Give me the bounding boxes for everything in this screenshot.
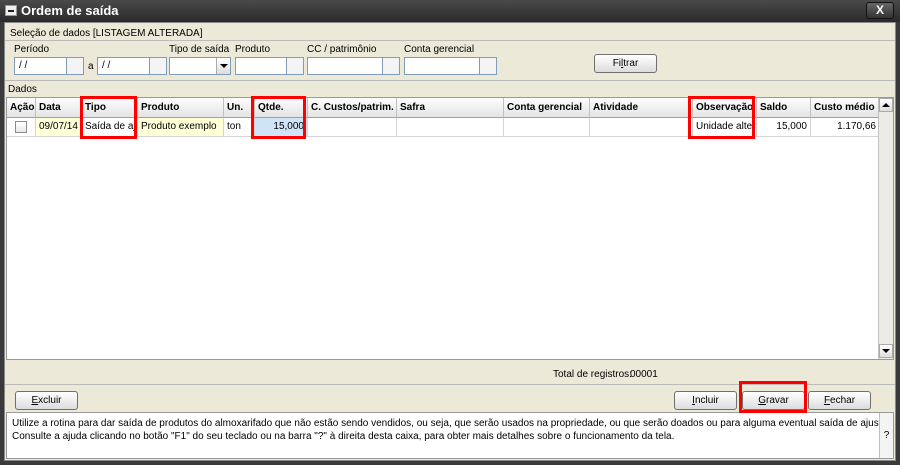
tipo-saida-label: Tipo de saída: [169, 44, 230, 55]
column-header[interactable]: Saldo: [757, 98, 811, 118]
excluir-button[interactable]: Excluir: [15, 391, 78, 410]
column-header[interactable]: Qtde.: [255, 98, 308, 118]
app-window: Ordem de saída X Seleção de dados [LISTA…: [0, 0, 900, 465]
incluir-button[interactable]: Incluir: [674, 391, 737, 410]
column-header[interactable]: Conta gerencial: [504, 98, 590, 118]
cc-label: CC / patrimônio: [307, 44, 377, 55]
window-title: Ordem de saída: [21, 3, 119, 18]
total-registros-value: 00001: [630, 369, 658, 380]
table-cell-custo-medio: 1.170,66: [811, 118, 880, 137]
table-cell-qtde[interactable]: 15,000: [255, 118, 308, 137]
filtrar-button[interactable]: Filtrar: [594, 54, 657, 73]
column-header[interactable]: Observação: [693, 98, 757, 118]
table-cell-data[interactable]: 09/07/14: [36, 118, 82, 137]
column-header[interactable]: Safra: [397, 98, 504, 118]
vertical-scrollbar[interactable]: [878, 98, 893, 359]
conta-label: Conta gerencial: [404, 44, 475, 55]
table-cell-produto[interactable]: Produto exemplo: [138, 118, 224, 137]
close-button[interactable]: X: [866, 2, 894, 19]
table-cell-conta[interactable]: [504, 118, 590, 137]
periodo-start-input[interactable]: / /: [14, 57, 67, 75]
selection-header: Seleção de dados [LISTAGEM ALTERADA]: [10, 28, 203, 39]
column-header[interactable]: Tipo: [82, 98, 138, 118]
column-header[interactable]: Ação: [7, 98, 36, 118]
scroll-down-icon[interactable]: [879, 344, 893, 358]
produto-label: Produto: [235, 44, 271, 55]
title-bar: Ordem de saída X: [0, 0, 900, 22]
produto-search-button[interactable]: [287, 57, 304, 75]
divider: [5, 384, 895, 385]
total-registros-label: Total de registros:: [553, 369, 632, 380]
conta-search-button[interactable]: [480, 57, 497, 75]
dados-label: Dados: [8, 84, 37, 95]
table-cell-un[interactable]: ton: [224, 118, 255, 137]
help-question-button[interactable]: ?: [879, 413, 893, 458]
scroll-up-icon[interactable]: [879, 98, 893, 112]
periodo-end-calendar-button[interactable]: [150, 57, 167, 75]
periodo-label: Período: [14, 44, 50, 55]
help-text: Utilize a rotina para dar saída de produ…: [12, 417, 890, 443]
table-cell-cc[interactable]: [308, 118, 397, 137]
tipo-saida-select[interactable]: [169, 57, 231, 75]
column-header[interactable]: Atividade: [590, 98, 693, 118]
periodo-start-calendar-button[interactable]: [67, 57, 84, 75]
table-cell-atividade[interactable]: [590, 118, 693, 137]
help-line: Consulte a ajuda clicando no botão "F1" …: [12, 431, 675, 442]
produto-input[interactable]: [235, 57, 287, 75]
column-header[interactable]: Un.: [224, 98, 255, 118]
help-line: Utilize a rotina para dar saída de produ…: [12, 418, 890, 429]
table-cell-tipo[interactable]: Saída de ajuste: [82, 118, 138, 137]
client-area: Seleção de dados [LISTAGEM ALTERADA] Per…: [4, 22, 896, 461]
table-cell-safra[interactable]: [397, 118, 504, 137]
data-grid[interactable]: Ação Data Tipo Produto Un. Qtde. C. Cust…: [6, 97, 894, 360]
column-header[interactable]: Data: [36, 98, 82, 118]
periodo-end-input[interactable]: / /: [97, 57, 150, 75]
table-cell-saldo: 15,000: [757, 118, 811, 137]
window-menu-icon[interactable]: [5, 5, 17, 16]
cc-input[interactable]: [307, 57, 383, 75]
conta-input[interactable]: [404, 57, 480, 75]
column-header[interactable]: C. Custos/patrim.: [308, 98, 397, 118]
column-header[interactable]: Produto: [138, 98, 224, 118]
table-cell-observacao[interactable]: Unidade alterada: [693, 118, 757, 137]
help-panel: Utilize a rotina para dar saída de produ…: [6, 412, 894, 459]
column-header[interactable]: Custo médio: [811, 98, 880, 118]
divider: [5, 40, 895, 41]
divider: [5, 80, 895, 81]
fechar-button[interactable]: Fechar: [808, 391, 871, 410]
periodo-separator: a: [88, 61, 94, 72]
gravar-button[interactable]: Gravar: [742, 391, 805, 410]
chevron-down-icon[interactable]: [216, 58, 230, 74]
row-checkbox[interactable]: [15, 121, 27, 133]
table-cell-acao[interactable]: [7, 118, 36, 137]
cc-search-button[interactable]: [383, 57, 400, 75]
